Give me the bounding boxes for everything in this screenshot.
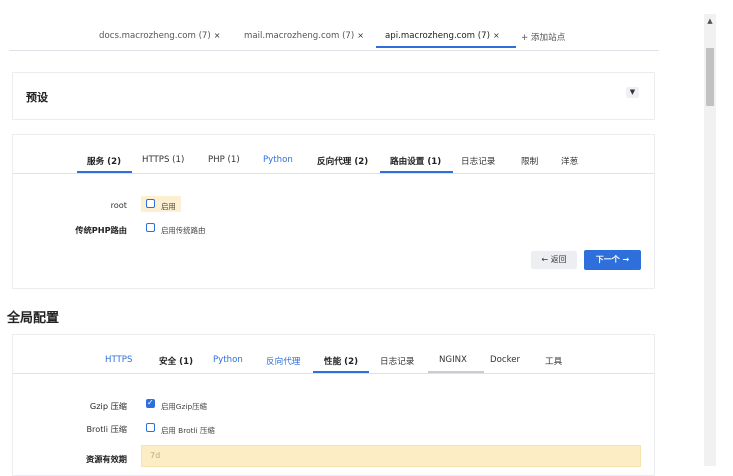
legacy-routing-checkbox-label[interactable]: 启用传统路由 bbox=[161, 225, 205, 236]
root-label: root bbox=[110, 200, 127, 210]
tab-python[interactable]: Python bbox=[263, 155, 293, 165]
close-icon[interactable]: × bbox=[357, 31, 364, 40]
tab-php[interactable]: PHP (1) bbox=[208, 155, 240, 165]
global-tabs: HTTPS 安全 (1) Python 反向代理 性能 (2) 日志记录 NGI… bbox=[13, 351, 654, 374]
tab-underline-active bbox=[380, 171, 453, 173]
site-tabs: docs.macrozheng.com (7) × mail.macrozheng… bbox=[9, 26, 659, 51]
brotli-checkbox[interactable] bbox=[146, 423, 155, 432]
close-icon[interactable]: × bbox=[214, 31, 221, 40]
add-site-button[interactable]: + 添加站点 bbox=[521, 31, 565, 43]
tab-logging[interactable]: 日志记录 bbox=[461, 155, 495, 167]
legacy-php-routing-label: 传统PHP路由 bbox=[75, 225, 127, 235]
site-tab-docs[interactable]: docs.macrozheng.com (7) × bbox=[99, 31, 220, 41]
tab-reverse-proxy[interactable]: 反向代理 bbox=[266, 355, 300, 367]
tab-underline bbox=[77, 171, 132, 173]
tab-limits[interactable]: 限制 bbox=[521, 155, 538, 167]
scroll-up-arrow-icon[interactable]: ▲ bbox=[704, 16, 716, 26]
gzip-checkbox[interactable] bbox=[146, 397, 155, 409]
scrollbar-thumb[interactable] bbox=[706, 48, 714, 106]
close-icon[interactable]: × bbox=[493, 31, 500, 40]
site-tab-label: docs.macrozheng.com (7) bbox=[99, 31, 211, 41]
brotli-checkbox-label[interactable]: 启用 Brotli 压缩 bbox=[161, 425, 215, 436]
gzip-label: Gzip 压缩 bbox=[89, 401, 127, 411]
tab-docker[interactable]: Docker bbox=[490, 355, 520, 365]
tab-logging[interactable]: 日志记录 bbox=[380, 355, 414, 367]
expiry-input[interactable]: 7d bbox=[141, 445, 641, 467]
tab-onion[interactable]: 洋葱 bbox=[561, 155, 578, 167]
tab-security[interactable]: 安全 (1) bbox=[159, 355, 193, 367]
gzip-checkbox-label[interactable]: 启用Gzip压缩 bbox=[161, 401, 207, 412]
tab-https[interactable]: HTTPS bbox=[105, 355, 132, 365]
site-tab-label: api.macrozheng.com (7) bbox=[385, 31, 490, 41]
chevron-down-icon[interactable]: ▼ bbox=[626, 87, 639, 98]
site-tab-label: mail.macrozheng.com (7) bbox=[244, 31, 355, 41]
tab-tools[interactable]: 工具 bbox=[545, 355, 562, 367]
active-tab-indicator bbox=[376, 46, 516, 48]
expiry-label: 资源有效期 bbox=[86, 454, 127, 464]
tab-routing[interactable]: 路由设置 (1) bbox=[390, 155, 441, 167]
back-button[interactable]: ← 返回 bbox=[531, 251, 577, 269]
brotli-label: Brotli 压缩 bbox=[86, 424, 127, 434]
tab-underline-active bbox=[313, 371, 369, 373]
tab-nginx[interactable]: NGINX bbox=[439, 355, 467, 365]
tab-python[interactable]: Python bbox=[213, 355, 243, 365]
preset-tabs: 服务 (2) HTTPS (1) PHP (1) Python 反向代理 (2)… bbox=[13, 151, 654, 174]
preset-settings-card: 服务 (2) HTTPS (1) PHP (1) Python 反向代理 (2)… bbox=[12, 134, 655, 289]
global-config-card: HTTPS 安全 (1) Python 反向代理 性能 (2) 日志记录 NGI… bbox=[12, 334, 655, 476]
tab-service[interactable]: 服务 (2) bbox=[87, 155, 121, 167]
preset-header-card: 预设 ▼ bbox=[12, 72, 655, 120]
next-button[interactable]: 下一个 → bbox=[584, 250, 641, 270]
tab-reverse-proxy[interactable]: 反向代理 (2) bbox=[317, 155, 368, 167]
root-checkbox[interactable] bbox=[146, 199, 155, 208]
tab-performance[interactable]: 性能 (2) bbox=[324, 355, 358, 367]
global-config-title: 全局配置 bbox=[7, 311, 60, 326]
tab-https[interactable]: HTTPS (1) bbox=[142, 155, 184, 165]
vertical-scrollbar[interactable]: ▲ bbox=[704, 14, 716, 466]
tab-underline bbox=[428, 371, 484, 373]
root-checkbox-label[interactable]: 启用 bbox=[161, 201, 176, 212]
legacy-routing-checkbox[interactable] bbox=[146, 223, 155, 232]
site-tab-api[interactable]: api.macrozheng.com (7) × bbox=[385, 31, 500, 41]
site-tab-mail[interactable]: mail.macrozheng.com (7) × bbox=[244, 31, 364, 41]
preset-title: 预设 bbox=[26, 91, 48, 104]
